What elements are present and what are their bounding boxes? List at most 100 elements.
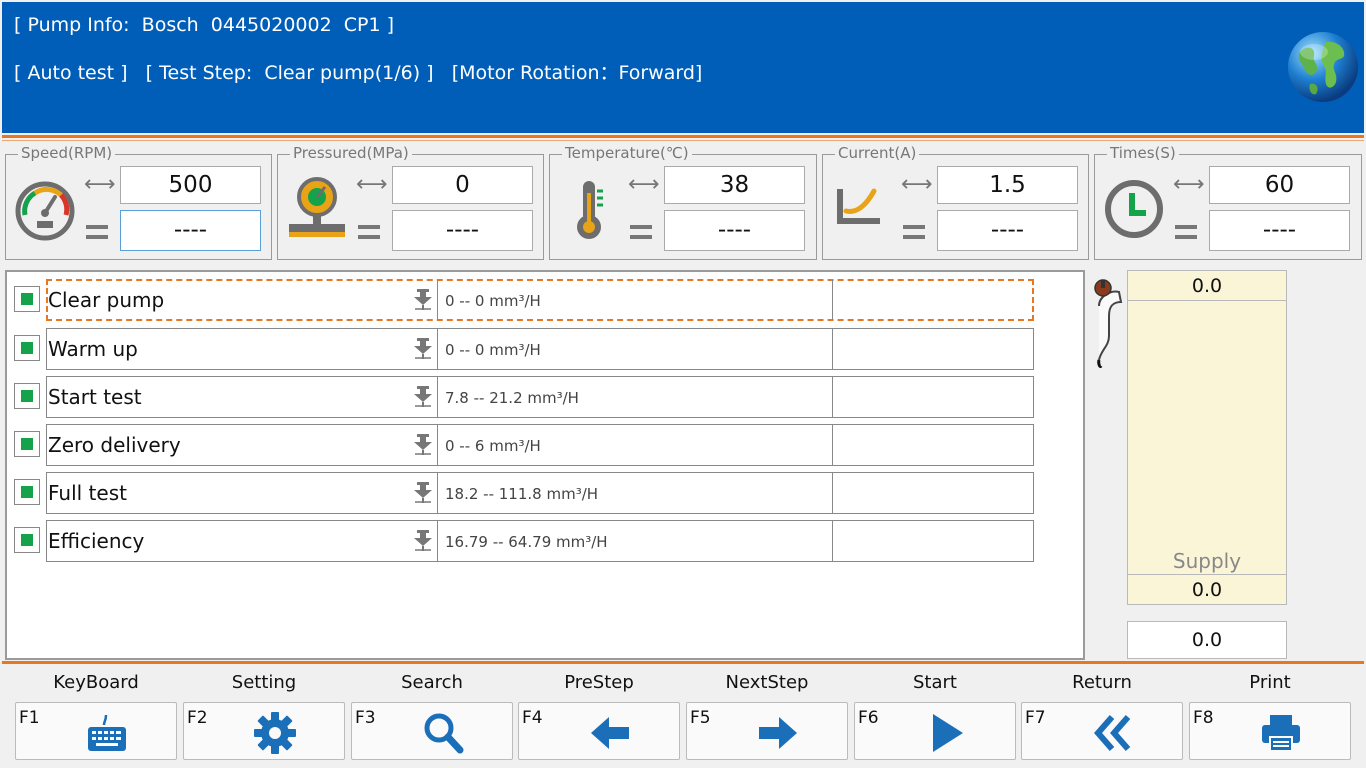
column-divider — [437, 280, 438, 320]
time-actual-value[interactable]: ---- — [1209, 210, 1350, 251]
step-checkbox[interactable] — [14, 431, 40, 457]
step-range: 7.8 -- 21.2 mm³/H — [445, 389, 579, 407]
fkey-label: Start — [913, 672, 957, 693]
time-panel: Times(S) ⟷ 60 ---- — [1094, 144, 1362, 260]
temperature-actual-value[interactable]: ---- — [664, 210, 805, 251]
column-divider — [832, 425, 833, 465]
double-chevron-left-icon — [1094, 715, 1131, 751]
column-divider — [437, 473, 438, 513]
fkey-setting: Setting F2 — [183, 668, 345, 762]
fkey-number: F4 — [522, 708, 543, 728]
speedometer-icon — [15, 181, 75, 241]
footer-divider — [2, 661, 1364, 664]
time-label: Times(S) — [1107, 144, 1179, 162]
step-checkbox[interactable] — [14, 383, 40, 409]
header-divider — [2, 135, 1364, 138]
current-actual-value[interactable]: ---- — [937, 210, 1078, 251]
injector-icon — [414, 289, 432, 310]
fkey-number: F8 — [1193, 708, 1214, 728]
pressure-actual-value[interactable]: ---- — [392, 210, 533, 251]
list-item[interactable]: Full test 18.2 -- 111.8 mm³/H — [7, 472, 1037, 514]
column-divider — [437, 329, 438, 369]
column-divider — [832, 329, 833, 369]
list-item[interactable]: Start test 7.8 -- 21.2 mm³/H — [7, 376, 1037, 418]
list-item[interactable]: Clear pump 0 -- 0 mm³/H — [7, 279, 1037, 321]
pressure-panel: Pressured(MPa) ⟷ 0 ---- — [277, 144, 544, 260]
start-button[interactable]: F6 — [854, 702, 1016, 760]
temperature-set-value[interactable]: 38 — [664, 166, 805, 204]
list-item[interactable]: Warm up 0 -- 0 mm³/H — [7, 328, 1037, 370]
return-button[interactable]: F7 — [1021, 702, 1183, 760]
step-range: 0 -- 0 mm³/H — [445, 292, 541, 310]
supply-label: Supply — [1172, 549, 1242, 573]
step-name: Clear pump — [48, 288, 165, 312]
list-item[interactable]: Zero delivery 0 -- 6 mm³/H — [7, 424, 1037, 466]
fkey-nextstep: NextStep F5 — [686, 668, 848, 762]
keyboard-button[interactable]: F1 — [15, 702, 177, 760]
setting-button[interactable]: F2 — [183, 702, 345, 760]
column-divider — [832, 521, 833, 561]
fkey-number: F5 — [690, 708, 711, 728]
step-range: 0 -- 6 mm³/H — [445, 437, 541, 455]
speed-actual-value[interactable]: ---- — [120, 210, 261, 251]
test-step-list: Clear pump 0 -- 0 mm³/H Warm up 0 -- 0 m… — [5, 270, 1085, 660]
current-icon — [837, 188, 880, 224]
header-divider-thin — [2, 140, 1364, 141]
supply-bottom-value: 0.0 — [1128, 574, 1286, 604]
list-item[interactable]: Efficiency 16.79 -- 64.79 mm³/H — [7, 520, 1037, 562]
fkey-number: F7 — [1025, 708, 1046, 728]
actual-value-icon — [1175, 225, 1197, 239]
step-name: Efficiency — [48, 529, 145, 553]
set-value-icon: ⟷ — [628, 172, 660, 197]
current-panel: Current(A) ⟷ 1.5 ---- — [822, 144, 1089, 260]
step-checkbox[interactable] — [14, 335, 40, 361]
fkey-return: Return F7 — [1021, 668, 1183, 762]
set-value-icon: ⟷ — [1173, 172, 1205, 197]
step-checkbox[interactable] — [14, 479, 40, 505]
gear-icon — [254, 712, 296, 754]
supply-top-value: 0.0 — [1128, 271, 1286, 301]
pressure-set-value[interactable]: 0 — [392, 166, 533, 204]
fkey-prestep: PreStep F4 — [518, 668, 680, 762]
step-name: Start test — [48, 385, 142, 409]
step-range: 18.2 -- 111.8 mm³/H — [445, 485, 599, 503]
step-checkbox[interactable] — [14, 527, 40, 553]
fkey-label: Return — [1072, 672, 1132, 693]
play-icon — [933, 714, 963, 752]
speed-set-value[interactable]: 500 — [120, 166, 261, 204]
column-divider — [832, 377, 833, 417]
column-divider — [437, 377, 438, 417]
fkey-keyboard: KeyBoard F1 — [15, 668, 177, 762]
nextstep-button[interactable]: F5 — [686, 702, 848, 760]
oil-pipe-icon — [1094, 279, 1123, 368]
print-button[interactable]: F8 — [1189, 702, 1351, 760]
fkey-label: Print — [1249, 672, 1291, 693]
step-range: 16.79 -- 64.79 mm³/H — [445, 533, 608, 551]
prestep-button[interactable]: F4 — [518, 702, 680, 760]
column-divider — [437, 521, 438, 561]
injector-icon — [414, 338, 432, 359]
fkey-label: PreStep — [564, 672, 634, 693]
step-name: Warm up — [48, 337, 138, 361]
header-bar: [ Pump Info: Bosch 0445020002 CP1 ] [ Au… — [2, 2, 1364, 133]
current-set-value[interactable]: 1.5 — [937, 166, 1078, 204]
search-button[interactable]: F3 — [351, 702, 513, 760]
actual-value-icon — [630, 225, 652, 239]
current-label: Current(A) — [835, 144, 920, 162]
fkey-label: KeyBoard — [53, 672, 139, 693]
step-range: 0 -- 0 mm³/H — [445, 341, 541, 359]
fkey-label: NextStep — [725, 672, 809, 693]
fkey-print: Print F8 — [1189, 668, 1351, 762]
keyboard-icon — [88, 714, 126, 751]
column-divider — [832, 280, 833, 320]
set-value-icon: ⟷ — [356, 172, 388, 197]
time-set-value[interactable]: 60 — [1209, 166, 1350, 204]
speed-panel: Speed(RPM) ⟷ 500 ---- — [5, 144, 272, 260]
arrow-right-icon — [759, 717, 797, 749]
column-divider — [832, 473, 833, 513]
thermometer-icon — [577, 181, 603, 239]
step-checkbox[interactable] — [14, 286, 40, 312]
status-line: [ Auto test ] [ Test Step: Clear pump(1/… — [14, 58, 702, 85]
fkey-number: F2 — [187, 708, 208, 728]
set-value-icon: ⟷ — [901, 172, 933, 197]
